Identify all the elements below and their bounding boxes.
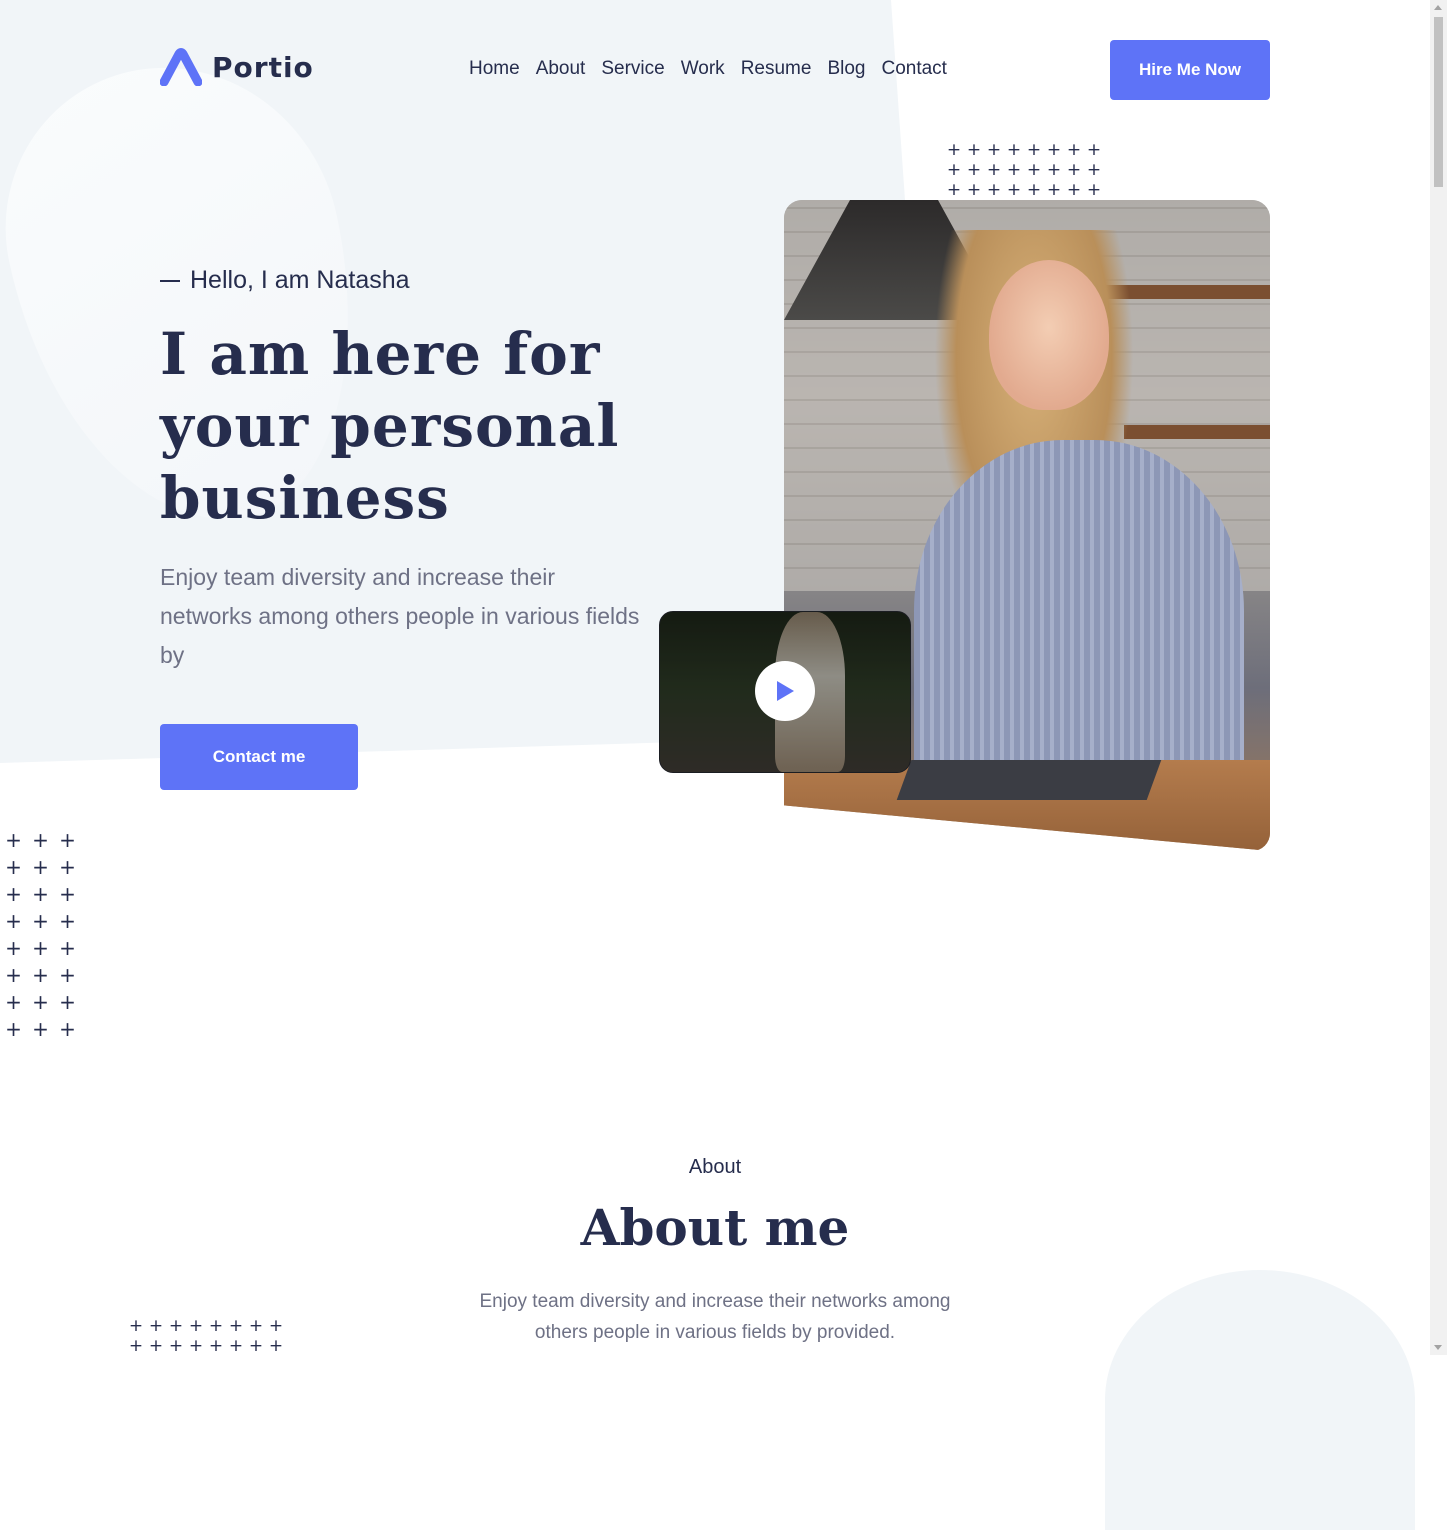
plus-icon: +	[1046, 160, 1062, 180]
plus-icon: +	[32, 1017, 49, 1041]
plus-icon: +	[966, 160, 982, 180]
plus-pattern-top: + + + + + + + + + + + + + + + + + + + + + + + +	[944, 140, 1104, 200]
plus-icon: +	[5, 882, 22, 906]
nav-item-contact[interactable]: Contact	[881, 58, 946, 80]
plus-icon: +	[1026, 180, 1042, 200]
plus-icon: +	[1086, 140, 1102, 160]
plus-icon: +	[946, 140, 962, 160]
plus-icon: +	[32, 909, 49, 933]
plus-icon: +	[5, 1017, 22, 1041]
video-thumbnail[interactable]	[659, 611, 911, 773]
plus-icon: +	[59, 828, 76, 852]
plus-icon: +	[248, 1336, 264, 1356]
plus-icon: +	[128, 1336, 144, 1356]
plus-icon: +	[208, 1316, 224, 1336]
plus-icon: +	[986, 140, 1002, 160]
about-title: About me	[580, 1198, 850, 1257]
scroll-up-icon[interactable]	[1434, 5, 1442, 10]
greeting-dash	[160, 279, 180, 282]
nav-item-home[interactable]: Home	[469, 58, 520, 80]
plus-icon: +	[1026, 140, 1042, 160]
hero-headline: I am here for your personal business	[160, 320, 620, 532]
main-nav: Home About Service Work Resume Blog Cont…	[469, 58, 963, 80]
plus-icon: +	[1006, 140, 1022, 160]
plus-icon: +	[5, 936, 22, 960]
plus-icon: +	[966, 140, 982, 160]
plus-icon: +	[32, 828, 49, 852]
plus-icon: +	[1086, 180, 1102, 200]
plus-icon: +	[59, 936, 76, 960]
plus-icon: +	[5, 963, 22, 987]
plus-icon: +	[1006, 160, 1022, 180]
plus-icon: +	[128, 1316, 144, 1336]
plus-icon: +	[59, 1017, 76, 1041]
plus-icon: +	[168, 1316, 184, 1336]
plus-icon: +	[986, 160, 1002, 180]
plus-icon: +	[1026, 160, 1042, 180]
nav-item-blog[interactable]: Blog	[827, 58, 865, 80]
plus-icon: +	[1046, 180, 1062, 200]
plus-icon: +	[32, 990, 49, 1014]
plus-icon: +	[32, 855, 49, 879]
plus-icon: +	[148, 1316, 164, 1336]
about-description: Enjoy team diversity and increase their …	[479, 1291, 951, 1343]
plus-icon: +	[59, 909, 76, 933]
nav-item-service[interactable]: Service	[601, 58, 664, 80]
about-subtitle: About	[688, 1156, 742, 1178]
plus-icon: +	[1066, 180, 1082, 200]
scrollbar-thumb[interactable]	[1434, 17, 1443, 187]
plus-icon: +	[966, 180, 982, 200]
plus-icon: +	[946, 160, 962, 180]
plus-icon: +	[1086, 160, 1102, 180]
plus-icon: +	[32, 882, 49, 906]
greeting-text: Hello, I am Natasha	[190, 266, 410, 294]
plus-icon: +	[208, 1336, 224, 1356]
plus-icon: +	[148, 1336, 164, 1356]
plus-icon: +	[1046, 140, 1062, 160]
plus-icon: +	[986, 180, 1002, 200]
plus-icon: +	[228, 1336, 244, 1356]
plus-icon: +	[188, 1316, 204, 1336]
about-blob-decoration	[1105, 1270, 1415, 1530]
nav-item-work[interactable]: Work	[681, 58, 725, 80]
plus-icon: +	[268, 1336, 284, 1356]
plus-icon: +	[1066, 160, 1082, 180]
plus-icon: +	[59, 990, 76, 1014]
plus-icon: +	[32, 963, 49, 987]
plus-icon: +	[5, 909, 22, 933]
plus-icon: +	[5, 855, 22, 879]
plus-pattern-bottom: + + + + + + + + + + + + + + + +	[126, 1316, 286, 1356]
plus-icon: +	[1066, 140, 1082, 160]
play-icon	[777, 681, 794, 701]
contact-me-button[interactable]: Contact me	[160, 724, 358, 790]
plus-icon: +	[59, 882, 76, 906]
plus-icon: +	[946, 180, 962, 200]
nav-item-about[interactable]: About	[536, 58, 586, 80]
plus-icon: +	[5, 990, 22, 1014]
plus-icon: +	[268, 1316, 284, 1336]
hire-me-button[interactable]: Hire Me Now	[1110, 40, 1270, 100]
scroll-down-icon[interactable]	[1434, 1345, 1442, 1350]
plus-icon: +	[32, 936, 49, 960]
plus-icon: +	[168, 1336, 184, 1356]
plus-icon: +	[248, 1316, 264, 1336]
plus-pattern-left: + + + + + + + + + + + + + + + + + + + + + + + +	[0, 827, 81, 1043]
logo-text: Portio	[212, 50, 314, 84]
plus-icon: +	[59, 855, 76, 879]
logo[interactable]: Portio	[160, 48, 314, 86]
plus-icon: +	[228, 1316, 244, 1336]
hero-greeting: Hello, I am Natasha	[160, 266, 410, 295]
scrollbar[interactable]	[1430, 0, 1447, 1355]
nav-item-resume[interactable]: Resume	[741, 58, 812, 80]
plus-icon: +	[188, 1336, 204, 1356]
play-button[interactable]	[755, 661, 815, 721]
plus-icon: +	[59, 963, 76, 987]
logo-icon	[160, 48, 202, 86]
plus-icon: +	[1006, 180, 1022, 200]
hero-description: Enjoy team diversity and increase their …	[160, 564, 640, 668]
plus-icon: +	[5, 828, 22, 852]
